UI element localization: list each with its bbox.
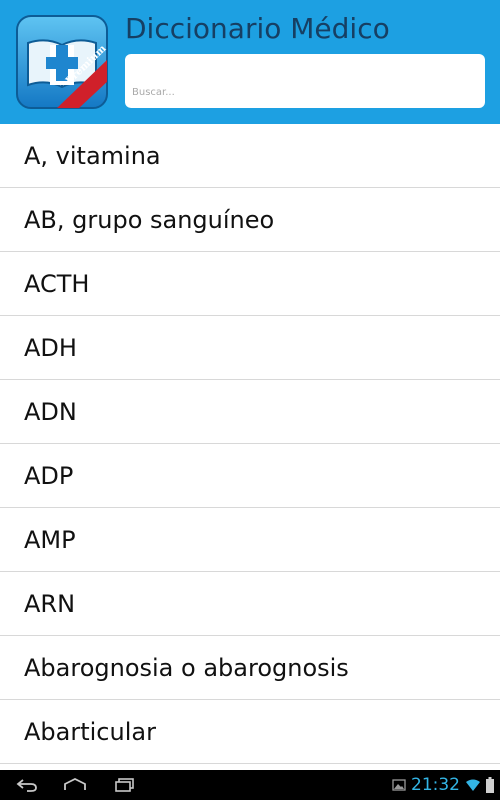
wifi-icon xyxy=(466,779,480,791)
image-notification-icon xyxy=(392,779,406,791)
status-area: 21:32 xyxy=(392,770,494,800)
list-item[interactable]: Abarognosia o abarognosis xyxy=(0,636,500,700)
search-input[interactable] xyxy=(125,54,485,108)
list-item[interactable]: ADH xyxy=(0,316,500,380)
list-item[interactable]: Abarticular xyxy=(0,700,500,764)
term-list: A, vitamina AB, grupo sanguíneo ACTH ADH… xyxy=(0,124,500,770)
list-item[interactable]: ADN xyxy=(0,380,500,444)
app-header: Premium Diccionario Médico xyxy=(0,0,500,124)
home-button[interactable] xyxy=(60,774,90,796)
list-item[interactable]: AB, grupo sanguíneo xyxy=(0,188,500,252)
app-logo-icon: Premium xyxy=(16,15,109,109)
recent-apps-icon xyxy=(115,778,134,792)
recent-apps-button[interactable] xyxy=(110,774,140,796)
list-item[interactable]: A, vitamina xyxy=(0,124,500,188)
list-item[interactable]: ARN xyxy=(0,572,500,636)
app-title: Diccionario Médico xyxy=(125,12,390,45)
home-icon xyxy=(64,777,86,790)
list-item[interactable]: AMP xyxy=(0,508,500,572)
back-icon xyxy=(16,779,37,792)
clock: 21:32 xyxy=(411,775,460,795)
battery-icon xyxy=(486,777,494,793)
back-button[interactable] xyxy=(12,774,42,796)
system-nav-bar: 21:32 xyxy=(0,770,500,800)
list-item[interactable]: ADP xyxy=(0,444,500,508)
list-item[interactable]: ACTH xyxy=(0,252,500,316)
search-box[interactable] xyxy=(125,54,485,108)
